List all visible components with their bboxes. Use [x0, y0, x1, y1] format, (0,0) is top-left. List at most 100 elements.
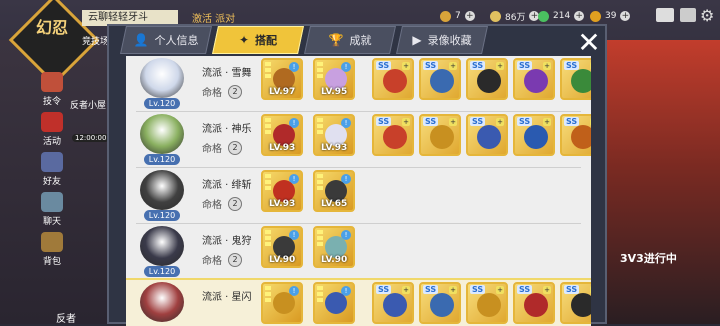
- event-icon: [41, 112, 63, 132]
- equipment-slot[interactable]: SS +: [560, 114, 591, 156]
- ninja-avatar[interactable]: [140, 282, 184, 322]
- add-coin-button[interactable]: +: [620, 11, 631, 21]
- ninja-avatar[interactable]: [140, 58, 184, 98]
- equipment-icon: [524, 293, 548, 317]
- ninja-avatar[interactable]: [140, 170, 184, 210]
- upgrade-icon: +: [496, 62, 504, 70]
- skill-card[interactable]: ! LV.90: [261, 226, 303, 268]
- equipment-slot[interactable]: SS +: [560, 282, 591, 324]
- gold-value: 7: [455, 11, 461, 21]
- equipment-slot[interactable]: SS +: [372, 58, 414, 100]
- loadout-row[interactable]: Lv.120 流派 · 神乐 命格 2 ! LV.93! LV.93 SS + SS + SS + SS +…: [126, 112, 591, 168]
- skill-art-icon: [273, 292, 295, 314]
- play-icon: ▶: [412, 33, 422, 47]
- equipment-slot[interactable]: SS +: [466, 114, 508, 156]
- event-banner[interactable]: 激活 派对: [192, 10, 235, 25]
- star-rank-icon: [317, 174, 323, 192]
- loadout-row[interactable]: Lv.120 流派 · 绯斩 命格 2 ! LV.93! LV.65: [126, 168, 591, 224]
- upgrade-icon: +: [496, 118, 504, 126]
- fate-icon[interactable]: 2: [228, 252, 242, 267]
- equipment-icon: [477, 125, 501, 149]
- left-menu-item[interactable]: 好友: [34, 152, 70, 188]
- skill-card[interactable]: ! LV.90: [313, 226, 355, 268]
- skill-card[interactable]: ! LV.93: [313, 114, 355, 156]
- event-label[interactable]: 3V3进行中: [620, 250, 677, 266]
- equipment-slot[interactable]: SS +: [419, 58, 461, 100]
- tab-loadout[interactable]: ✦ 搭配: [212, 26, 304, 54]
- close-button[interactable]: ✕: [575, 29, 603, 57]
- skill-card[interactable]: ! LV.93: [261, 114, 303, 156]
- skill-card[interactable]: ! LV.97: [261, 58, 303, 100]
- equipment-slot[interactable]: SS +: [372, 282, 414, 324]
- ninja-avatar[interactable]: [140, 226, 184, 266]
- school-label: 流派 · 鬼狩: [202, 236, 252, 247]
- rarity-badge: SS: [517, 61, 533, 70]
- equipment-slot[interactable]: SS +: [372, 114, 414, 156]
- fate-label: 命格: [202, 144, 222, 155]
- upgrade-icon: +: [449, 62, 457, 70]
- left-menu-item[interactable]: 背包: [34, 232, 70, 268]
- timer-label: 12:00:00: [72, 134, 110, 142]
- skill-card[interactable]: ! LV.93: [261, 170, 303, 212]
- card-level: LV.90: [321, 255, 348, 265]
- upgrade-icon: +: [543, 286, 551, 294]
- add-gold-button[interactable]: +: [464, 11, 475, 21]
- equipment-icon: [571, 69, 591, 93]
- tab-replays[interactable]: ▶ 录像收藏: [396, 26, 488, 54]
- upgrade-icon: +: [590, 118, 591, 126]
- equipment-slot[interactable]: SS +: [466, 282, 508, 324]
- left-menu-item[interactable]: 活动: [34, 112, 70, 148]
- fate-icon[interactable]: 2: [228, 140, 242, 155]
- equipment-slot[interactable]: SS +: [560, 58, 591, 100]
- tab-achievements[interactable]: 🏆 成就: [304, 26, 396, 54]
- upgrade-icon: +: [590, 286, 591, 294]
- coin-value: 39: [605, 11, 617, 21]
- star-rank-icon: [265, 174, 271, 192]
- bottom-ninja[interactable]: 反者: [56, 310, 76, 325]
- resource-jade: 214 +: [538, 9, 585, 23]
- equipment-slot[interactable]: SS +: [513, 114, 555, 156]
- ingot-value: 86万: [505, 12, 526, 23]
- left-menu-item[interactable]: 聊天: [34, 192, 70, 228]
- star-rank-icon: [317, 118, 323, 136]
- star-rank-icon: [265, 286, 271, 304]
- equipment-icon: [383, 293, 407, 317]
- fate-icon[interactable]: 2: [228, 196, 242, 211]
- equipment-icon: [383, 125, 407, 149]
- equipment-slot[interactable]: SS +: [513, 58, 555, 100]
- equipment-icon: [571, 125, 591, 149]
- skill-card[interactable]: !: [313, 282, 355, 324]
- rarity-badge: SS: [470, 117, 486, 126]
- cabin-label[interactable]: 反者小屋: [70, 98, 106, 111]
- equipment-slot[interactable]: SS +: [513, 282, 555, 324]
- grid-menu-icon[interactable]: [680, 8, 696, 22]
- equipment-slot[interactable]: SS +: [419, 114, 461, 156]
- rarity-badge: SS: [470, 61, 486, 70]
- ninja-level-badge: Lv.120: [144, 98, 180, 109]
- fate-icon[interactable]: 2: [228, 84, 242, 99]
- loadout-row[interactable]: Lv.120 流派 · 雪舞 命格 2 ! LV.97! LV.95 SS + SS + SS + SS +…: [126, 56, 591, 112]
- ninja-avatar[interactable]: [140, 114, 184, 154]
- upgrade-icon: +: [402, 286, 410, 294]
- gear-icon[interactable]: ⚙: [700, 6, 714, 25]
- gold-icon: [440, 10, 451, 22]
- loadout-row[interactable]: Lv.120 流派 · 鬼狩 命格 2 ! LV.90! LV.90: [126, 224, 591, 280]
- skill-card[interactable]: ! LV.95: [313, 58, 355, 100]
- card-level: LV.93: [321, 143, 348, 153]
- add-jade-button[interactable]: +: [574, 11, 585, 21]
- left-menu-item[interactable]: 技令: [34, 72, 70, 108]
- tab-personal-info[interactable]: 👤 个人信息: [120, 26, 212, 54]
- skill-card[interactable]: ! LV.65: [313, 170, 355, 212]
- fate-info: 命格 2: [202, 252, 242, 267]
- rarity-badge: SS: [470, 285, 486, 294]
- skill-card[interactable]: !: [261, 282, 303, 324]
- equipment-slot[interactable]: SS +: [419, 282, 461, 324]
- mail-icon[interactable]: [656, 8, 674, 22]
- card-level: LV.97: [269, 87, 296, 97]
- upgrade-icon: +: [590, 62, 591, 70]
- loadout-row[interactable]: 流派 · 星闪!! SS + SS + SS + SS + SS +: [126, 278, 591, 326]
- fate-info: 命格 2: [202, 140, 242, 155]
- equipment-slot[interactable]: SS +: [466, 58, 508, 100]
- equipment-icon: [524, 125, 548, 149]
- loadout-list[interactable]: Lv.120 流派 · 雪舞 命格 2! LV.97! LV.95 SS + SS + SS + SS +…: [126, 56, 591, 326]
